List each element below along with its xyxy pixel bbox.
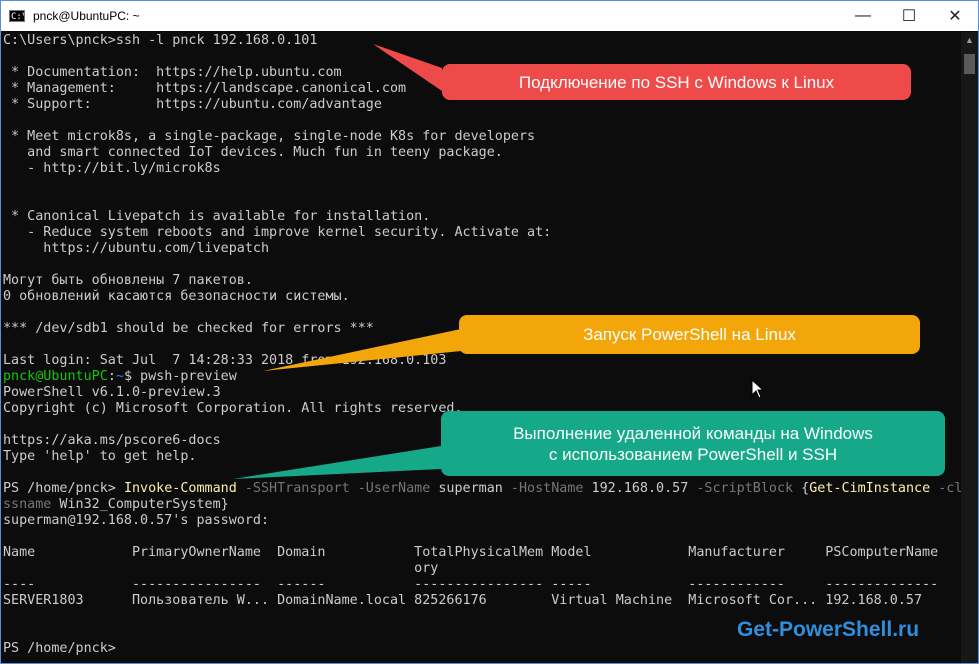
console-window: C:\_ pnck@UbuntuPC: ~ — ☐ ✕ C:\Users\pnc…	[0, 0, 979, 664]
remote-command-callout: Выполнение удаленной команды на Windows …	[441, 411, 945, 476]
remote-callout-line2: с использованием PowerShell и SSH	[548, 444, 838, 464]
mouse-pointer-icon	[751, 379, 765, 399]
pwsh-callout-text: Запуск PowerShell на Linux	[583, 325, 796, 344]
watermark: Get-PowerShell.ru	[737, 618, 920, 641]
pwsh-callout-arrow	[263, 329, 461, 371]
pwsh-callout: Запуск PowerShell на Linux	[459, 315, 920, 354]
ssh-callout-arrow	[373, 44, 442, 91]
ssh-callout: Подключение по SSH с Windows к Linux	[442, 64, 911, 100]
remote-callout-arrow	[233, 446, 441, 479]
ssh-callout-text: Подключение по SSH с Windows к Linux	[518, 72, 835, 92]
remote-callout-line1: Выполнение удаленной команды на Windows	[513, 423, 873, 443]
